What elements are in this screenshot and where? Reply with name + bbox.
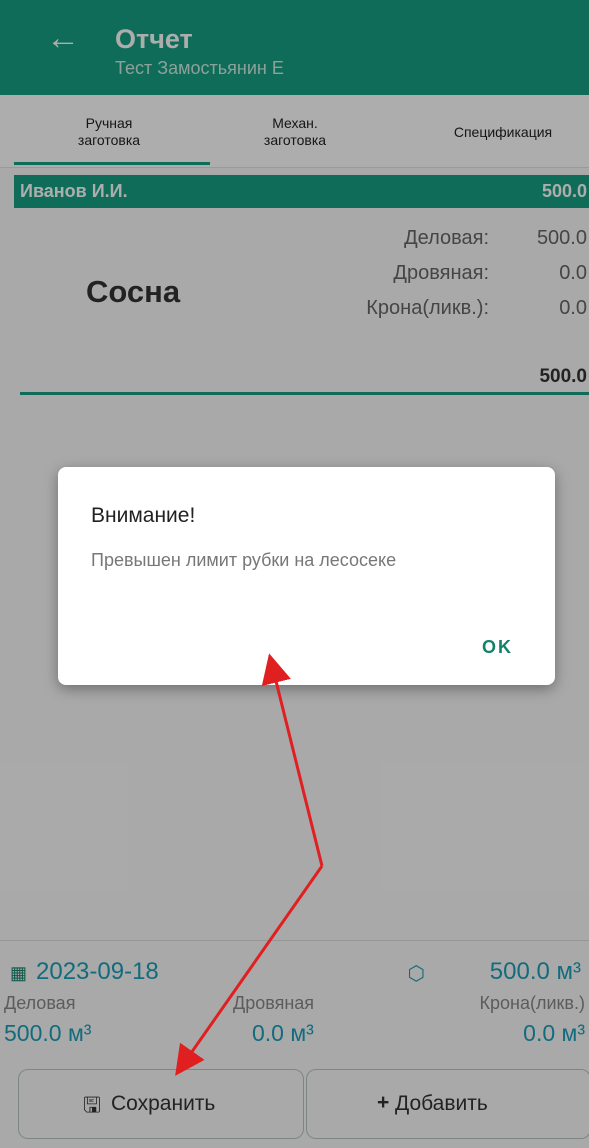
alert-dialog: Внимание! Превышен лимит рубки на лесосе… bbox=[58, 467, 555, 685]
dialog-message: Превышен лимит рубки на лесосеке bbox=[91, 550, 397, 570]
dialog-ok-button[interactable]: OK bbox=[482, 637, 513, 658]
dialog-title: Внимание! bbox=[91, 504, 196, 527]
screen: ← Отчет Тест Замостьянин Е Ручная загото… bbox=[0, 0, 589, 1148]
